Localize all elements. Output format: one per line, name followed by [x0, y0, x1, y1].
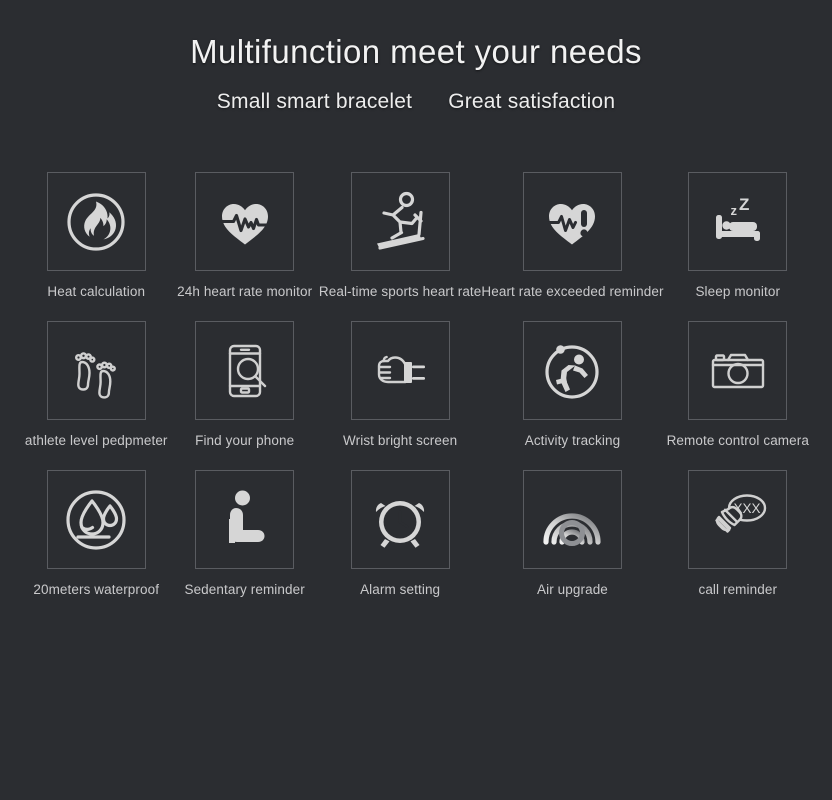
heart-pulse-icon — [214, 191, 276, 253]
feature-label: Real-time sports heart rate — [318, 284, 482, 300]
feature-cell-find-phone[interactable]: Find your phone — [170, 321, 318, 448]
sleep-z-large: Z — [739, 195, 749, 214]
treadmill-runner-icon — [363, 185, 437, 259]
feature-label: Find your phone — [195, 433, 295, 449]
feature-tile[interactable] — [350, 172, 450, 272]
feature-label: Wrist bright screen — [343, 433, 458, 449]
feature-cell-remote-camera[interactable]: Remote control camera — [664, 321, 812, 448]
feature-tile[interactable]: z Z — [688, 172, 788, 272]
feature-tile[interactable] — [522, 470, 622, 570]
alarm-clock-icon — [367, 487, 433, 553]
runner-in-circle-icon — [537, 336, 607, 406]
feature-label: Heat calculation — [47, 284, 146, 300]
feature-cell-waterproof[interactable]: 20meters waterproof — [22, 470, 170, 597]
footprints-icon — [63, 338, 129, 404]
wrist-fist-icon — [365, 336, 435, 406]
feature-tile[interactable] — [195, 172, 295, 272]
feature-cell-sedentary-reminder[interactable]: Sedentary reminder — [170, 470, 318, 597]
feature-label: 24h heart rate monitor — [177, 284, 313, 300]
feature-cell-heart-rate-monitor[interactable]: 24h heart rate monitor — [170, 172, 318, 299]
subtitle-left: Small smart bracelet — [216, 90, 413, 114]
feature-label: Activity tracking — [524, 433, 621, 449]
feature-cell-air-upgrade[interactable]: Air upgrade — [481, 470, 663, 597]
feature-tile[interactable]: XXX — [688, 470, 788, 570]
feature-tile[interactable] — [522, 172, 622, 272]
feature-cell-sleep-monitor[interactable]: z Z Sleep monitor — [664, 172, 812, 299]
feature-tile[interactable] — [46, 470, 146, 570]
phone-bubble-icon: XXX — [703, 487, 773, 553]
phone-search-icon — [212, 338, 278, 404]
feature-cell-activity-tracking[interactable]: Activity tracking — [481, 321, 663, 448]
feature-grid: Heat calculation 24h heart rate monitor — [0, 172, 832, 597]
feature-cell-heart-exceeded[interactable]: Heart rate exceeded reminder — [481, 172, 663, 299]
sleep-z-small: z — [730, 203, 737, 218]
page-title: Multifunction meet your needs — [190, 33, 642, 70]
feature-tile[interactable] — [350, 470, 450, 570]
subtitle-row: Small smart bracelet Great satisfaction — [0, 90, 832, 114]
bed-sleep-icon: z Z — [705, 189, 771, 255]
feature-label: Alarm setting — [360, 582, 441, 598]
feature-label: Remote control camera — [666, 433, 809, 449]
feature-tile[interactable] — [46, 172, 146, 272]
feature-cell-alarm-setting[interactable]: Alarm setting — [319, 470, 482, 597]
page-header: Multifunction meet your needs Small smar… — [0, 0, 832, 114]
feature-label: Sedentary reminder — [184, 582, 305, 598]
feature-cell-wrist-bright-screen[interactable]: Wrist bright screen — [319, 321, 482, 448]
feature-label: call reminder — [698, 582, 778, 598]
feature-cell-pedometer[interactable]: athlete level pedpmeter — [22, 321, 170, 448]
heart-alert-icon — [541, 191, 603, 253]
camera-icon — [704, 337, 772, 405]
water-drops-circle-icon — [60, 484, 132, 556]
feature-cell-heat-calculation[interactable]: Heat calculation — [22, 172, 170, 299]
feature-label: Air upgrade — [537, 582, 608, 598]
signal-arcs-icon — [537, 487, 607, 553]
feature-label: athlete level pedpmeter — [24, 433, 168, 449]
flame-in-circle-icon — [62, 188, 130, 256]
feature-label: Heart rate exceeded reminder — [481, 284, 664, 300]
sitting-person-icon — [215, 487, 275, 553]
feature-tile[interactable] — [350, 321, 450, 421]
subtitle-right: Great satisfaction — [448, 90, 616, 114]
feature-tile[interactable] — [46, 321, 146, 421]
feature-tile[interactable] — [195, 321, 295, 421]
feature-cell-realtime-sports[interactable]: Real-time sports heart rate — [319, 172, 482, 299]
feature-label: Sleep monitor — [695, 284, 781, 300]
feature-cell-call-reminder[interactable]: XXX call reminder — [664, 470, 812, 597]
feature-tile[interactable] — [688, 321, 788, 421]
feature-tile[interactable] — [195, 470, 295, 570]
promo-page: Multifunction meet your needs Small smar… — [0, 0, 832, 800]
feature-label: 20meters waterproof — [33, 582, 160, 598]
feature-tile[interactable] — [522, 321, 622, 421]
